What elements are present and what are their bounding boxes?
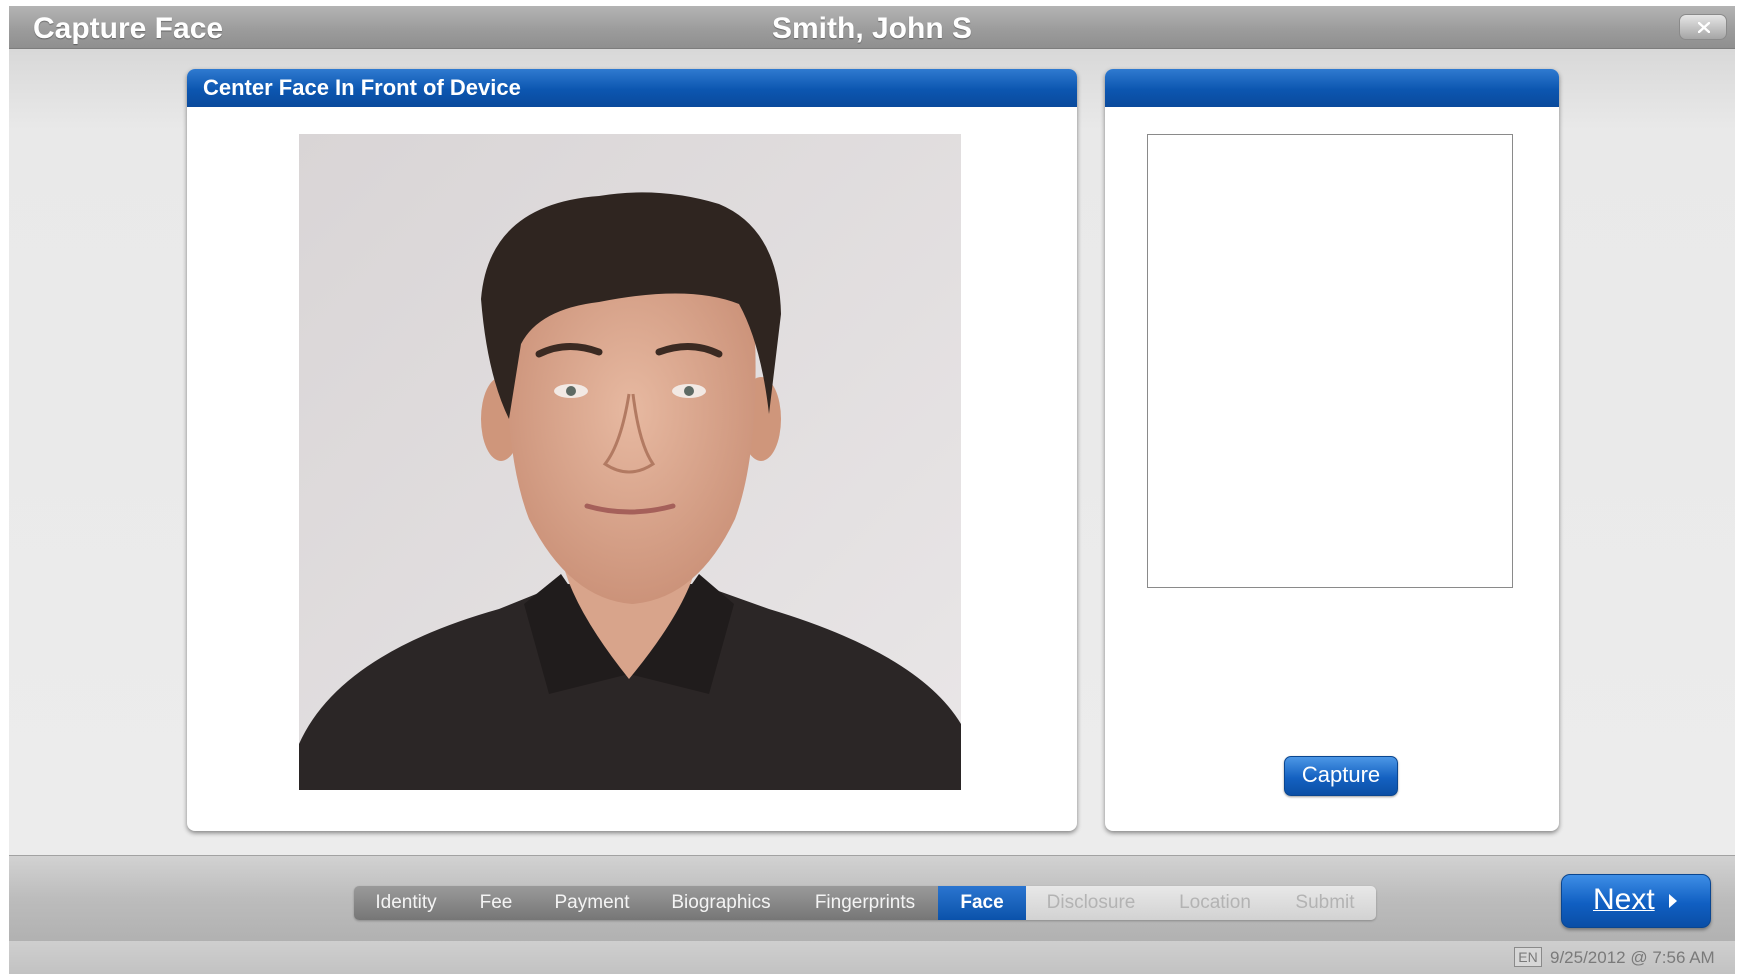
step-biographics[interactable]: Biographics xyxy=(650,886,792,920)
capture-face-window: Capture Face Smith, John S Center Face I… xyxy=(9,6,1735,974)
step-identity[interactable]: Identity xyxy=(354,886,458,920)
live-camera-feed xyxy=(299,134,961,790)
preview-panel-header xyxy=(1105,69,1559,107)
step-payment[interactable]: Payment xyxy=(534,886,650,920)
step-disclosure: Disclosure xyxy=(1026,886,1156,920)
language-indicator[interactable]: EN xyxy=(1514,947,1542,967)
preview-panel: Capture xyxy=(1105,69,1559,831)
date-time: 9/25/2012 @ 7:56 AM xyxy=(1550,948,1715,967)
step-face[interactable]: Face xyxy=(938,886,1026,920)
step-location: Location xyxy=(1156,886,1274,920)
chevron-right-icon xyxy=(1669,894,1678,909)
main-content: Center Face In Front of Device Capture xyxy=(9,49,1735,855)
camera-panel: Center Face In Front of Device xyxy=(187,69,1077,831)
camera-panel-header: Center Face In Front of Device xyxy=(187,69,1077,107)
status-bar: EN 9/25/2012 @ 7:56 AM xyxy=(9,941,1735,974)
next-label: Next xyxy=(1592,883,1655,916)
captured-image-box xyxy=(1147,134,1513,588)
capture-button[interactable]: Capture xyxy=(1284,756,1398,796)
close-button[interactable] xyxy=(1679,14,1727,40)
title-bar: Capture Face Smith, John S xyxy=(9,6,1735,49)
face-photo xyxy=(299,134,961,790)
step-submit: Submit xyxy=(1274,886,1376,920)
workflow-nav-bar: Identity Fee Payment Biographics Fingerp… xyxy=(9,855,1735,942)
close-icon xyxy=(1698,22,1710,33)
patient-name: Smith, John S xyxy=(771,12,972,45)
step-fee[interactable]: Fee xyxy=(458,886,534,920)
workflow-steps: Identity Fee Payment Biographics Fingerp… xyxy=(354,886,1376,920)
step-fingerprints[interactable]: Fingerprints xyxy=(792,886,938,920)
next-button[interactable]: Next xyxy=(1561,874,1711,928)
